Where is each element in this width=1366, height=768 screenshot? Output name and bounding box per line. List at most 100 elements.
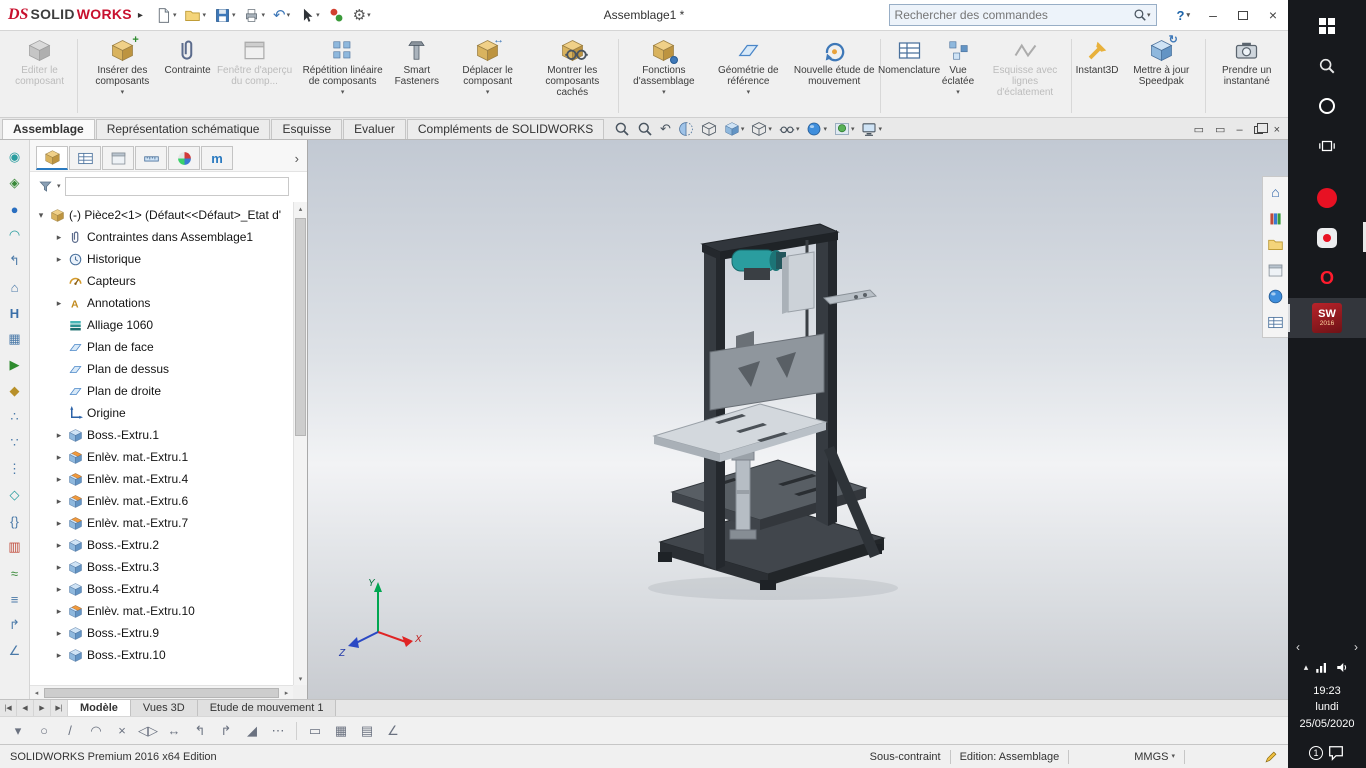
tree-item[interactable]: ▸Boss.-Extru.3 [30,556,293,578]
tree-item[interactable]: Plan de droite [30,380,293,402]
zoom-area-button[interactable] [635,120,655,138]
scroll-left-arrow[interactable]: ◂ [30,689,43,697]
tab-model[interactable]: Modèle [68,700,131,716]
search-icon[interactable] [1133,8,1147,22]
ribbon-button-insert-components[interactable]: + Insérer des composants ▾ [80,35,165,99]
left-toolbar-button[interactable]: ≡ [4,588,26,610]
rectangle-tool-button[interactable]: ▭ [303,719,327,743]
ribbon-button-smart-fasteners[interactable]: Smart Fasteners [387,35,447,90]
ribbon-button-edit-component[interactable]: Editer le composant [4,35,75,90]
pattern-tool-button[interactable]: ▦ [329,719,353,743]
custom-properties-tab[interactable] [1265,311,1286,333]
tree-filter-input[interactable] [65,177,289,196]
section-view-button[interactable] [676,120,696,138]
left-toolbar-button[interactable]: ∴ [4,406,26,428]
left-toolbar-button[interactable]: ◈ [4,172,26,194]
left-toolbar-button[interactable]: ⋮ [4,458,26,480]
left-toolbar-button[interactable]: ◉ [4,146,26,168]
options-button[interactable]: ⚙▾ [349,4,375,26]
search-button[interactable] [1288,46,1366,86]
doc-minimize-button[interactable]: – [1236,124,1242,136]
left-toolbar-button[interactable]: ∠ [4,640,26,662]
task-view-button[interactable] [1288,126,1366,166]
left-toolbar-button[interactable]: ◆ [4,380,26,402]
tab-addin-manager[interactable]: m [201,146,233,170]
cortana-button[interactable] [1288,86,1366,126]
network-icon[interactable] [1314,660,1329,675]
expand-arrow-icon[interactable]: ▸ [54,562,64,573]
filter-funnel-icon[interactable] [38,179,53,194]
undo-button[interactable]: ↶▾ [269,4,294,26]
doc-restore-button[interactable] [1254,126,1263,134]
tree-item[interactable]: ▸Annotations [30,292,293,314]
tree-item[interactable]: ▸Enlèv. mat.-Extru.4 [30,468,293,490]
tree-item[interactable]: ▸Historique [30,248,293,270]
tree-item[interactable]: Origine [30,402,293,424]
left-toolbar-button[interactable]: ↰ [4,250,26,272]
left-toolbar-button[interactable]: ↱ [4,614,26,636]
taskbar-clock[interactable]: 19:23 lundi 25/05/2020 [1299,683,1354,733]
apply-scene-button[interactable]: ▾ [832,120,857,138]
ribbon-button-linear-component-pattern[interactable]: Répétition linéaire de composants ▾ [299,35,387,99]
command-search-box[interactable]: ▾ [889,4,1157,26]
minimize-button[interactable]: – [1198,2,1228,28]
chamfer-tool-button[interactable]: ◢ [240,719,264,743]
units-selector[interactable]: MMGS ▾ [1134,751,1175,763]
design-library-tab[interactable] [1265,207,1286,229]
tree-item[interactable]: ▸Enlèv. mat.-Extru.6 [30,490,293,512]
display-style-button[interactable]: ▾ [749,120,774,138]
expand-arrow-icon[interactable]: ▸ [54,606,64,617]
ribbon-button-bill-of-materials[interactable]: Nomenclature [883,35,935,79]
tab-configurationmanager[interactable] [102,146,134,170]
recording-app-button[interactable] [1288,178,1366,218]
tab-featuremanager-tree[interactable] [36,146,68,170]
zoom-fit-button[interactable] [612,120,632,138]
panel-overflow-chevron[interactable]: › [291,151,303,166]
doc-close-button[interactable]: × [1274,124,1280,136]
caret-down-icon[interactable]: ▾ [57,183,61,190]
tree-item[interactable]: ▸Boss.-Extru.10 [30,644,293,666]
scrollbar-thumb[interactable] [295,218,306,436]
ribbon-button-mate[interactable]: Contrainte [165,35,211,79]
expand-arrow-icon[interactable]: ▸ [54,540,64,551]
tab-scroll-first-button[interactable]: |◀ [0,700,17,716]
chevron-right-icon[interactable]: › [1354,640,1358,654]
tree-item[interactable]: Plan de face [30,336,293,358]
tree-item[interactable]: Plan de dessus [30,358,293,380]
left-toolbar-button[interactable]: ● [4,198,26,220]
scroll-down-arrow[interactable]: ▾ [294,672,307,685]
edit-appearance-button[interactable]: ▾ [804,120,829,138]
graphics-viewport[interactable]: Y X Z ⌂ [308,140,1288,699]
left-toolbar-button[interactable]: ▦ [4,328,26,350]
tree-item[interactable]: ▸Boss.-Extru.4 [30,578,293,600]
ribbon-button-update-speedpak[interactable]: ↻ Mettre à jour Speedpak [1120,35,1203,90]
select-button[interactable]: ▾ [294,5,324,26]
left-toolbar-button[interactable]: ≈ [4,562,26,584]
tab-3d-views[interactable]: Vues 3D [131,700,198,716]
scrollbar-thumb[interactable] [44,688,279,698]
tree-horizontal-scrollbar[interactable]: ◂ ▸ [30,685,293,699]
tab-displaymanager[interactable] [168,146,200,170]
assembly-3d-model[interactable] [308,140,1287,699]
expand-arrow-icon[interactable]: ▸ [54,430,64,441]
tile-window-icon[interactable]: ▭ [1215,123,1225,136]
tree-item[interactable]: Alliage 1060 [30,314,293,336]
tab-esquisse[interactable]: Esquisse [271,119,342,139]
caret-down-icon[interactable]: ▾ [1147,12,1151,19]
appearances-tab[interactable] [1265,285,1286,307]
left-toolbar-button[interactable]: H [4,302,26,324]
help-button[interactable]: ?▾ [1169,8,1198,23]
expand-arrow-icon[interactable]: ▸ [54,584,64,595]
tree-item[interactable]: Capteurs [30,270,293,292]
previous-view-button[interactable]: ↶ [658,120,673,138]
tab-evaluer[interactable]: Evaluer [343,119,406,139]
status-lights-button[interactable] [324,5,349,26]
left-toolbar-button[interactable]: ▥ [4,536,26,558]
resources-tab[interactable]: ⌂ [1265,181,1286,203]
action-center-button[interactable]: 1 [1309,744,1345,762]
ribbon-button-show-hidden-components[interactable]: Montrer les composants cachés [528,35,616,102]
search-input[interactable] [895,8,1133,22]
scroll-right-arrow[interactable]: ▸ [280,689,293,697]
expand-arrow-icon[interactable]: ▸ [54,650,64,661]
collapse-arrow-icon[interactable]: ▾ [36,210,46,221]
